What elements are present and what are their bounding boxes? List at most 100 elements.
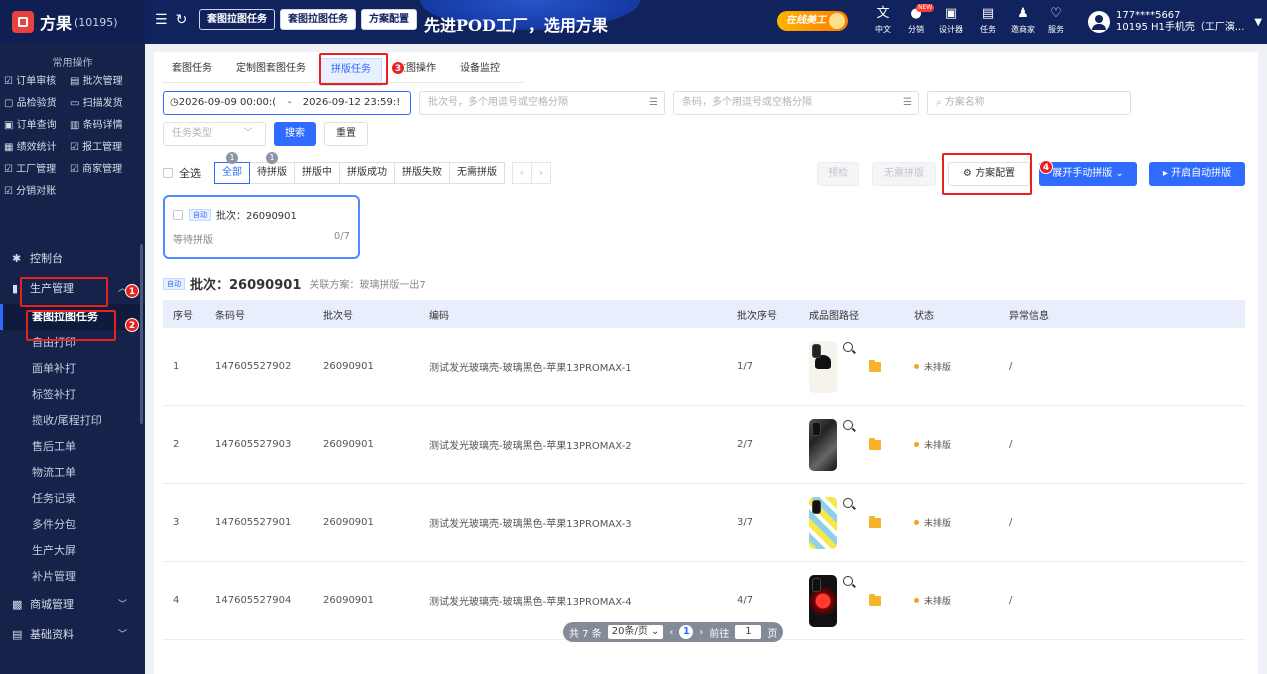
nav-sub-2[interactable]: 面单补打: [0, 356, 145, 382]
select-all-checkbox[interactable]: [163, 168, 173, 178]
util-task[interactable]: ▤ 任务: [970, 4, 1006, 35]
quick-scan-ship[interactable]: ▭ 扫描发货: [70, 94, 140, 109]
sidebar-scrollbar[interactable]: [140, 244, 143, 424]
goto-input[interactable]: 1: [735, 625, 762, 639]
product-thumbnail[interactable]: [809, 340, 837, 393]
quick-barcode-detail[interactable]: ▥ 条码详情: [70, 116, 140, 131]
dashboard-icon: ✱: [12, 252, 22, 265]
status-badge: 未排版: [904, 360, 999, 373]
user-phone: 177****5667: [1116, 10, 1181, 21]
zoom-icon[interactable]: [843, 575, 853, 586]
no-need-layout-button[interactable]: 无需拼版: [872, 162, 936, 186]
date-range-picker[interactable]: ◷ 2026-09-09 00:00:( - 2026-09-12 23:59:…: [163, 91, 411, 115]
logo[interactable]: 方果 (10195): [0, 0, 145, 44]
scheme-name-input[interactable]: ⌕ 方案名称: [927, 91, 1131, 115]
logo-icon: [12, 11, 34, 33]
quick-batch-manage[interactable]: ▤ 批次管理: [70, 72, 140, 87]
table-row[interactable]: 1 147605527902 26090901 测试发光玻璃壳-玻璃黑色-苹果1…: [163, 328, 1245, 406]
zoom-icon[interactable]: [843, 419, 853, 430]
zoom-icon[interactable]: [843, 341, 853, 352]
util-designer[interactable]: ▣ 设计器: [933, 4, 969, 35]
quick-performance[interactable]: ▦ 绩效统计: [4, 138, 70, 153]
quick-order-review[interactable]: ☑ 订单审核: [4, 72, 70, 87]
date-start[interactable]: 2026-09-09 00:00:(: [179, 92, 277, 114]
table-row[interactable]: 3 147605527901 26090901 测试发光玻璃壳-玻璃黑色-苹果1…: [163, 484, 1245, 562]
nav-sub-8[interactable]: 多件分包: [0, 512, 145, 538]
barcode-input[interactable]: 条码，多个用逗号或空格分隔 ☰: [673, 91, 919, 115]
refresh-icon[interactable]: ↻: [176, 12, 188, 28]
filter-not-needed[interactable]: 无需拼版: [449, 162, 505, 184]
auto-layout-button[interactable]: ▸ 开启自动拼版: [1149, 162, 1245, 186]
batch-card[interactable]: 自动 批次：26090901 等待拼版 0/7: [163, 195, 360, 259]
task-type-select[interactable]: 任务类型 ﹀: [163, 122, 266, 146]
product-thumbnail[interactable]: [809, 496, 837, 549]
product-thumbnail[interactable]: [809, 574, 837, 627]
nav-basic[interactable]: ▤ 基础资料 ﹀: [0, 620, 145, 650]
batch-input[interactable]: 批次号，多个用逗号或空格分隔 ☰: [419, 91, 665, 115]
folder-icon[interactable]: [869, 515, 881, 528]
user-menu[interactable]: 177****5667 10195 H1手机壳（工厂演... ▼: [1088, 6, 1262, 38]
online-designer-button[interactable]: 在线美工: [777, 11, 848, 31]
batch-header-title: 批次：26090901: [190, 278, 302, 293]
nav-mall[interactable]: ▩ 商城管理 ﹀: [0, 590, 145, 620]
search-button[interactable]: 搜索: [274, 122, 316, 146]
pagination: 共 7 条 20条/页 ⌄ ‹ 1 › 前往 1 页: [563, 622, 784, 642]
nav-sub-6[interactable]: 物流工单: [0, 460, 145, 486]
batch-checkbox[interactable]: [173, 209, 183, 220]
quick-merchant[interactable]: ☑ 商家管理: [70, 160, 140, 175]
col-error: 异常信息: [1009, 310, 1049, 322]
top-tab-task-active[interactable]: 套图拉图任务: [280, 9, 356, 30]
chevron-left-icon[interactable]: ‹: [512, 162, 532, 184]
annotation-badge-3: 3: [391, 61, 405, 75]
app-code: (10195): [74, 15, 118, 29]
quick-factory[interactable]: ☑ 工厂管理: [4, 160, 70, 175]
nav-sub-9[interactable]: 生产大屏: [0, 538, 145, 564]
nav-sub-4[interactable]: 揽收/尾程打印: [0, 408, 145, 434]
nav-sub-3[interactable]: 标签补打: [0, 382, 145, 408]
quick-work-report[interactable]: ☑ 报工管理: [70, 138, 140, 153]
batch-header: 自动 批次：26090901 关联方案：玻璃拼版一出7: [163, 274, 426, 293]
caret-down-icon[interactable]: ▼: [1254, 17, 1262, 28]
user-org: 10195 H1手机壳（工厂演...: [1116, 22, 1245, 33]
filter-success[interactable]: 拼版成功: [339, 162, 395, 184]
filter-pending[interactable]: 1 待拼版: [249, 152, 295, 184]
list-icon[interactable]: ☰: [649, 92, 658, 114]
quick-distribution-recon[interactable]: ☑ 分销对账: [4, 182, 70, 197]
list-icon[interactable]: ☰: [903, 92, 912, 114]
nav-sub-5[interactable]: 售后工单: [0, 434, 145, 460]
menu-icon[interactable]: ☰: [155, 12, 168, 28]
filter-all[interactable]: 1 全部: [214, 152, 250, 184]
service-icon: ♡: [1050, 6, 1062, 21]
filter-in-progress[interactable]: 拼版中: [294, 162, 340, 184]
util-language[interactable]: 文中文: [865, 4, 901, 35]
batch-card-status: 等待拼版: [173, 235, 213, 246]
nav-sub-7[interactable]: 任务记录: [0, 486, 145, 512]
quick-order-query[interactable]: ▣ 订单查询: [4, 116, 70, 131]
annotation-box-4: [942, 153, 1032, 195]
chevron-right-icon[interactable]: ›: [531, 162, 551, 184]
play-icon: ▸: [1162, 168, 1172, 179]
page-size-select[interactable]: 20条/页 ⌄: [607, 625, 664, 639]
nav-sub-10[interactable]: 补片管理: [0, 564, 145, 590]
quick-inspection[interactable]: ▢ 品检验货: [4, 94, 70, 109]
top-tab-task[interactable]: 套图拉图任务: [199, 9, 275, 30]
preview-button[interactable]: 预检: [817, 162, 859, 186]
util-distribution[interactable]: NEW ● 分销: [898, 4, 935, 35]
folder-icon[interactable]: [869, 359, 881, 372]
prev-page-icon[interactable]: ‹: [669, 627, 673, 638]
product-thumbnail[interactable]: [809, 418, 837, 471]
page-number[interactable]: 1: [679, 625, 694, 639]
next-page-icon[interactable]: ›: [699, 627, 703, 638]
folder-icon[interactable]: [869, 437, 881, 450]
table-row[interactable]: 2 147605527903 26090901 测试发光玻璃壳-玻璃黑色-苹果1…: [163, 406, 1245, 484]
folder-icon[interactable]: [869, 593, 881, 606]
manual-layout-button[interactable]: 展开手动拼版 ⌄: [1039, 162, 1137, 186]
util-service[interactable]: ♡ 服务: [1038, 4, 1074, 35]
zoom-icon[interactable]: [843, 497, 853, 508]
goto-label: 前往: [709, 628, 730, 640]
filter-failed[interactable]: 拼版失败: [394, 162, 450, 184]
nav-console[interactable]: ✱ 控制台: [0, 244, 145, 274]
date-end[interactable]: 2026-09-12 23:59:!: [303, 92, 403, 114]
util-invite[interactable]: ♟ 邀商家: [1005, 4, 1041, 35]
reset-button[interactable]: 重置: [324, 122, 368, 146]
